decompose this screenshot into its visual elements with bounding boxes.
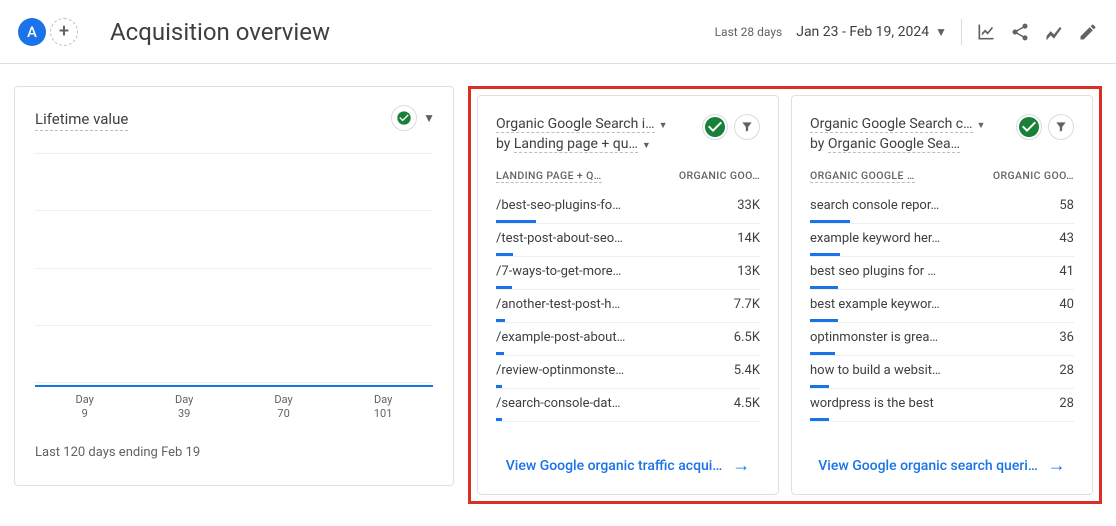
arrow-right-icon: →	[732, 455, 750, 476]
organic-traffic-columns: LANDING PAGE + Q… ORGANIC GOO…	[496, 169, 760, 183]
lifetime-value-card: Lifetime value ▼ Day9 Day39 Day70 Day101…	[14, 86, 454, 486]
row-value: 36	[1059, 330, 1074, 345]
row-value: 13K	[737, 264, 760, 279]
filter-icon[interactable]	[734, 114, 760, 140]
table-row[interactable]: /another-test-post-h… 7.7K	[496, 290, 760, 323]
add-comparison-button[interactable]: +	[50, 18, 78, 46]
organic-queries-rows: search console repor… 58 example keyword h…	[810, 191, 1074, 422]
organic-queries-columns: ORGANIC GOOGLE … ORGANIC GOO…	[810, 169, 1074, 183]
page-title: Acquisition overview	[110, 18, 330, 46]
row-label: /7-ways-to-get-more…	[496, 264, 621, 279]
chevron-down-icon: ▼	[935, 25, 947, 39]
content-area: Lifetime value ▼ Day9 Day39 Day70 Day101…	[0, 64, 1116, 526]
table-row[interactable]: search console repor… 58	[810, 191, 1074, 224]
chevron-down-icon: ▼	[659, 121, 668, 131]
divider	[961, 19, 962, 45]
row-value: 28	[1059, 363, 1074, 378]
date-range-picker[interactable]: Jan 23 - Feb 19, 2024 ▼	[796, 24, 947, 40]
organic-traffic-title[interactable]: Organic Google Search i…▼ by Landing pag…	[496, 114, 696, 155]
row-label: /example-post-about…	[496, 330, 625, 345]
table-row[interactable]: /review-optinmonste… 5.4K	[496, 356, 760, 389]
trend-icon[interactable]	[1044, 22, 1064, 42]
row-label: /search-console-dat…	[496, 396, 620, 411]
row-label: /test-post-about-seo…	[496, 231, 623, 246]
lifetime-caption: Last 120 days ending Feb 19	[35, 445, 433, 460]
table-row[interactable]: how to build a websit… 28	[810, 356, 1074, 389]
lifetime-value-title: Lifetime value	[35, 110, 128, 131]
header-bar: A + Acquisition overview Last 28 days Ja…	[0, 0, 1116, 64]
row-label: wordpress is the best	[810, 396, 934, 411]
table-row[interactable]: wordpress is the best 28	[810, 389, 1074, 422]
table-row[interactable]: /best-seo-plugins-fo… 33K	[496, 191, 760, 224]
date-range-label: Last 28 days	[715, 25, 783, 39]
chevron-down-icon: ▼	[977, 121, 986, 131]
row-value: 33K	[737, 198, 760, 213]
table-row[interactable]: example keyword her… 43	[810, 224, 1074, 257]
row-value: 5.4K	[734, 363, 760, 378]
table-row[interactable]: /7-ways-to-get-more… 13K	[496, 257, 760, 290]
row-value: 14K	[737, 231, 760, 246]
row-value: 7.7K	[734, 297, 760, 312]
date-range-value: Jan 23 - Feb 19, 2024	[796, 24, 929, 40]
card-menu-caret[interactable]: ▼	[423, 111, 435, 125]
row-label: /review-optinmonste…	[496, 363, 624, 378]
view-organic-queries-link[interactable]: View Google organic search queri… →	[810, 437, 1074, 494]
highlighted-cards: Organic Google Search i…▼ by Landing pag…	[468, 86, 1102, 504]
status-check-icon[interactable]	[702, 114, 728, 140]
row-value: 4.5K	[734, 396, 760, 411]
table-row[interactable]: optinmonster is grea… 36	[810, 323, 1074, 356]
row-value: 58	[1059, 198, 1074, 213]
view-organic-traffic-link[interactable]: View Google organic traffic acqui… →	[496, 437, 760, 494]
arrow-right-icon: →	[1048, 455, 1066, 476]
avatar-stack: A +	[18, 18, 78, 46]
row-label: /best-seo-plugins-fo…	[496, 198, 621, 213]
filter-icon[interactable]	[1048, 114, 1074, 140]
table-row[interactable]: /example-post-about… 6.5K	[496, 323, 760, 356]
row-label: example keyword her…	[810, 231, 940, 246]
edit-icon[interactable]	[1078, 22, 1098, 42]
row-value: 6.5K	[734, 330, 760, 345]
lifetime-chart: Day9 Day39 Day70 Day101	[35, 153, 433, 421]
row-value: 28	[1059, 396, 1074, 411]
row-label: search console repor…	[810, 198, 939, 213]
row-value: 41	[1059, 264, 1074, 279]
row-label: best seo plugins for …	[810, 264, 936, 279]
header-right: Last 28 days Jan 23 - Feb 19, 2024 ▼	[715, 19, 1098, 45]
status-check-icon[interactable]	[391, 105, 417, 131]
lifetime-baseline	[35, 385, 433, 387]
organic-queries-title[interactable]: Organic Google Search c…▼ by Organic Goo…	[810, 114, 1010, 155]
chevron-down-icon: ▼	[642, 141, 651, 151]
table-row[interactable]: best example keywor… 40	[810, 290, 1074, 323]
table-row[interactable]: /test-post-about-seo… 14K	[496, 224, 760, 257]
lifetime-x-labels: Day9 Day39 Day70 Day101	[35, 393, 433, 421]
user-avatar[interactable]: A	[18, 18, 46, 46]
organic-traffic-rows: /best-seo-plugins-fo… 33K/test-post-about…	[496, 191, 760, 422]
share-icon[interactable]	[1010, 22, 1030, 42]
card-tools: ▼	[391, 105, 435, 131]
row-label: best example keywor…	[810, 297, 940, 312]
row-value: 40	[1059, 297, 1074, 312]
organic-traffic-card: Organic Google Search i…▼ by Landing pag…	[477, 95, 779, 495]
status-check-icon[interactable]	[1016, 114, 1042, 140]
table-row[interactable]: best seo plugins for … 41	[810, 257, 1074, 290]
row-label: /another-test-post-h…	[496, 297, 620, 312]
organic-queries-card: Organic Google Search c…▼ by Organic Goo…	[791, 95, 1093, 495]
table-row[interactable]: /search-console-dat… 4.5K	[496, 389, 760, 422]
row-value: 43	[1059, 231, 1074, 246]
row-label: how to build a websit…	[810, 363, 941, 378]
row-label: optinmonster is grea…	[810, 330, 938, 345]
insights-icon[interactable]	[976, 22, 996, 42]
lifetime-gridlines	[35, 153, 433, 383]
